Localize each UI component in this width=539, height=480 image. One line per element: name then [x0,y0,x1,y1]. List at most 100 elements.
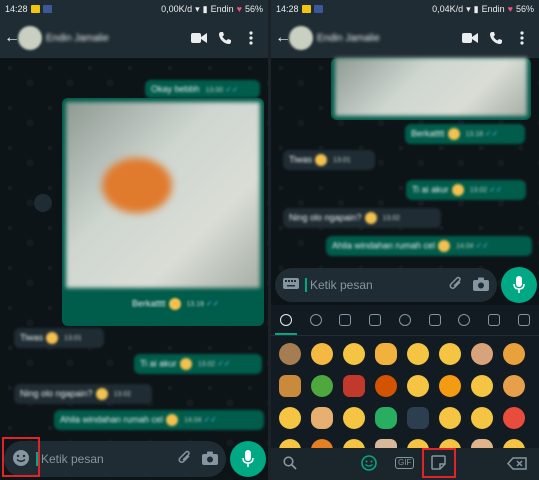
search-icon[interactable] [283,456,297,475]
flags-icon[interactable] [518,314,530,326]
battery-level: 56% [244,4,263,14]
attach-icon[interactable] [449,276,463,295]
emoji-tab-icon[interactable] [361,455,377,476]
contact-name: Endin Jamalie [317,32,380,44]
travel-icon[interactable] [428,314,441,326]
more-icon[interactable] [509,31,535,45]
camera-icon[interactable] [202,451,218,468]
gif-icon[interactable]: GIF [395,457,415,469]
recent-icon[interactable] [279,314,292,326]
ant-emoji-icon[interactable] [407,407,429,429]
back-arrow-icon[interactable]: ← [275,29,291,47]
message-incoming[interactable]: Tiwas 13.01 [283,150,375,170]
monkey-emoji-icon[interactable] [279,343,301,365]
party-face-emoji-icon[interactable] [439,407,461,429]
mic-icon [513,276,525,293]
heart-icon: ♥ [507,4,513,14]
contact-name: Endin Jamalie [46,32,109,44]
smileys-icon[interactable] [309,314,322,326]
message-outgoing[interactable]: Ahila windahan rumah cel 14.04 ✓✓ [54,410,264,430]
chat-header: ← Endin Jamalie [0,18,268,58]
emoji-panel: GIF [271,305,539,480]
notification-icon [301,5,311,13]
smile-emoji-icon[interactable] [279,407,301,429]
status-time: 14:28 [5,4,28,14]
battery-level: 56% [515,4,534,14]
chat-header: ← Endin Jamalie [271,18,539,58]
exploding-head-emoji-icon[interactable] [503,407,525,429]
image-message[interactable]: Berkatttt 13.18 ✓✓ [62,98,264,326]
wifi-icon: ▾ [195,3,200,14]
snake-emoji-icon[interactable] [375,407,397,429]
video-call-icon[interactable] [186,32,212,44]
message-incoming[interactable]: Ning olo ngapain? 13.02 [14,384,152,404]
notification-icon [42,5,52,13]
objects-icon[interactable] [458,314,471,326]
avatar[interactable] [18,26,42,50]
message-outgoing[interactable]: Okay bebbh 13.00 ✓✓ [145,80,260,98]
right-chat-screen: 14:28 0,04K/d ▾ ▮ Endin ♥ 56% ← Endin Ja… [271,0,539,480]
message-outgoing[interactable]: Ti ai akur 13.02 ✓✓ [134,354,262,374]
apple-emoji-icon[interactable] [311,375,333,397]
pleading-emoji-icon[interactable] [503,375,525,397]
notification-icon [30,5,40,13]
message-incoming[interactable]: Ning olo ngapain? 13.02 [283,208,441,228]
facepalm-emoji-icon[interactable] [471,343,493,365]
message-composer[interactable]: Ketik pesan [275,268,497,302]
message-input[interactable]: Ketik pesan [305,278,449,292]
back-arrow-icon[interactable]: ← [4,29,20,47]
photo-thumbnail[interactable] [335,58,527,116]
message-incoming[interactable]: Tiwas 13.01 [14,328,104,348]
food-icon[interactable] [369,314,382,326]
status-bar: 14:28 0,04K/d ▾ ▮ Endin ♥ 56% [271,0,539,18]
message-outgoing[interactable]: Ti ai akur 13.02 ✓✓ [406,180,526,200]
dancer-emoji-icon[interactable] [343,375,365,397]
video-call-icon[interactable] [457,32,483,44]
pray-emoji-icon[interactable] [311,407,333,429]
camera-icon[interactable] [473,277,489,294]
spaghetti-emoji-icon[interactable] [375,375,397,397]
network-speed: 0,00K/d [161,4,193,14]
emoji-category-bar [271,305,539,336]
flexed-biceps-emoji-icon[interactable] [375,343,397,365]
highlight-box [2,437,40,477]
left-chat-screen: 14:28 0,00K/d ▾ ▮ Endin ♥ 56% ← Endin Ja… [0,0,268,480]
blush-emoji-icon[interactable] [471,407,493,429]
image-caption: Berkatttt 13.18 ✓✓ [132,298,220,310]
animals-icon[interactable] [339,314,352,326]
mic-button[interactable] [501,267,537,303]
message-outgoing[interactable]: Ahila windahan rumah cel 14.04 ✓✓ [326,236,532,256]
mic-button[interactable] [230,441,266,477]
phone-icon[interactable] [212,31,238,45]
relieved-emoji-icon[interactable] [343,407,365,429]
message-outgoing[interactable]: Berkatttt 13.18 ✓✓ [405,124,525,144]
bowl-emoji-icon[interactable] [279,375,301,397]
signal-icon: ▮ [202,3,208,14]
status-bar: 14:28 0,00K/d ▾ ▮ Endin ♥ 56% [0,0,268,18]
photo-subject [102,158,172,213]
grin-emoji-icon[interactable] [407,343,429,365]
attach-icon[interactable] [178,450,192,469]
carrier: Endin [210,4,234,14]
message-input[interactable]: Ketik pesan [36,452,178,466]
image-message[interactable] [331,58,531,120]
contact-name-block[interactable]: Endin Jamalie [46,33,186,44]
forward-icon[interactable] [34,194,52,212]
hearts-face-emoji-icon[interactable] [503,343,525,365]
kiss-emoji-icon[interactable] [311,343,333,365]
more-icon[interactable] [238,31,264,45]
monocle-emoji-icon[interactable] [471,375,493,397]
carrier: Endin [481,4,505,14]
cat-emoji-icon[interactable] [439,375,461,397]
backspace-icon[interactable] [506,457,527,475]
contact-name-block[interactable]: Endin Jamalie [317,33,457,44]
emoji-grid [275,339,529,465]
symbols-icon[interactable] [488,314,501,326]
laugh-emoji-icon[interactable] [407,375,429,397]
avatar[interactable] [289,26,313,50]
keyboard-icon[interactable] [283,278,299,292]
phone-icon[interactable] [483,31,509,45]
woozy-emoji-icon[interactable] [439,343,461,365]
rofl-emoji-icon[interactable] [343,343,365,365]
activity-icon[interactable] [398,314,411,326]
